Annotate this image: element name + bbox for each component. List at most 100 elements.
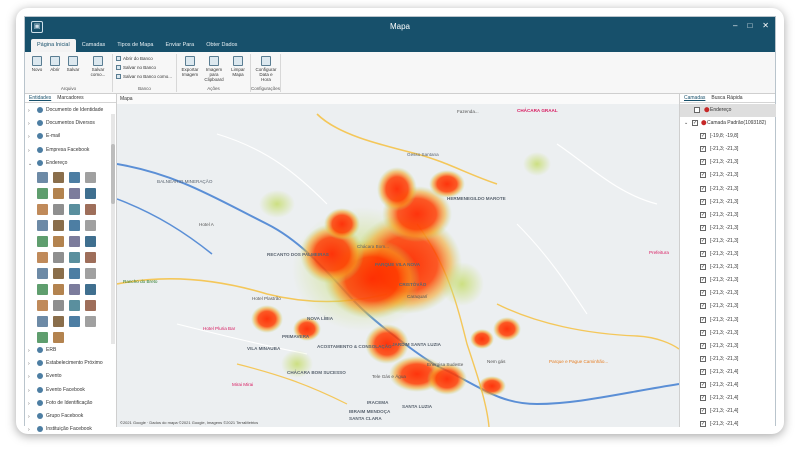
layer-item-checkbox[interactable]: ✓ [700,355,706,362]
address-type-icon[interactable] [69,236,80,247]
address-type-icon[interactable] [37,252,48,263]
layer-item[interactable]: ✓ [-19,8; -19,8] [680,130,776,143]
tree-item[interactable]: › Empresa Facebook [25,144,117,157]
address-type-icon[interactable] [37,332,48,343]
address-type-icon[interactable] [37,268,48,279]
address-type-icon[interactable] [37,172,48,183]
address-type-icon[interactable] [85,300,96,311]
layer-item-checkbox[interactable]: ✓ [700,277,706,284]
layer-item-checkbox[interactable]: ✓ [700,290,706,297]
layer-item[interactable]: ✓ [-21,3; -21,3] [680,314,776,327]
tab-obter-dados[interactable]: Obter Dados [200,39,243,52]
address-type-icon[interactable] [37,236,48,247]
layer-item-checkbox[interactable]: ✓ [700,159,706,166]
address-type-icon[interactable] [69,188,80,199]
layer-root[interactable]: ⬤ Endereço [680,104,776,118]
address-type-icon[interactable] [53,332,64,343]
layer-item[interactable]: ✓ [-21,3; -21,4] [680,379,776,392]
layer-item[interactable]: ✓ [-21,3; -21,3] [680,327,776,340]
tree-item[interactable]: › ERB [25,344,117,357]
address-type-icon[interactable] [69,268,80,279]
tree-item[interactable]: › Evento Facebook [25,384,117,397]
layer-item-checkbox[interactable]: ✓ [700,211,706,218]
layer-item[interactable]: ✓ [-21,3; -21,3] [680,235,776,248]
layer-item-checkbox[interactable]: ✓ [700,316,706,323]
address-type-icon[interactable] [53,284,64,295]
address-type-icon[interactable] [37,220,48,231]
layer-item[interactable]: ✓ [-21,3; -21,3] [680,274,776,287]
layer-item[interactable]: ✓ [-21,3; -21,3] [680,248,776,261]
layer-item[interactable]: ✓ [-21,3; -21,3] [680,169,776,182]
address-type-icon[interactable] [69,252,80,263]
layer-item[interactable]: ✓ [-21,3; -21,3] [680,287,776,300]
address-type-icon[interactable] [53,220,64,231]
scroll-thumb[interactable] [111,144,115,204]
address-type-icon[interactable] [85,268,96,279]
limpar-mapa-button[interactable]: Limpar Mapa [228,56,248,77]
address-type-icon[interactable] [85,204,96,215]
layer-item[interactable]: ✓ [-21,3; -21,3] [680,209,776,222]
layer-default[interactable]: ⌄ ✓ ⬤ Camada Padrão(1093182) [680,117,776,130]
address-type-icon[interactable] [37,284,48,295]
layer-item-checkbox[interactable]: ✓ [700,303,706,310]
layer-item[interactable]: ✓ [-21,3; -21,3] [680,196,776,209]
address-type-icon[interactable] [53,316,64,327]
address-type-icon[interactable] [69,316,80,327]
layer-item-checkbox[interactable]: ✓ [700,421,706,428]
address-type-icon[interactable] [53,300,64,311]
layer-item-checkbox[interactable]: ✓ [700,198,706,205]
tree-item[interactable]: › Instituição Facebook [25,423,117,434]
address-type-icon[interactable] [69,172,80,183]
address-type-icon[interactable] [53,268,64,279]
tree-item[interactable]: › Documentos Diversos [25,117,117,130]
tree-item-endereco[interactable]: ⌄ Endereço [25,157,117,170]
address-type-icon[interactable] [85,220,96,231]
address-type-icon[interactable] [69,220,80,231]
exportar-imagem-button[interactable]: Exportar Imagem [179,56,201,77]
address-type-icon[interactable] [53,188,64,199]
address-type-icon[interactable] [85,252,96,263]
close-button[interactable]: ✕ [762,21,769,30]
configurar-data-hora-button[interactable]: Configurar Data e Hora [254,56,278,82]
address-type-icon[interactable] [85,236,96,247]
tab-pagina-inicial[interactable]: Página Inicial [31,39,76,52]
layer-item-checkbox[interactable]: ✓ [700,264,706,271]
minimize-button[interactable]: – [733,21,737,30]
abrir-button[interactable]: Abrir [45,56,65,72]
tree-item[interactable]: › Foto de Identificação [25,397,117,410]
salvar-no-banco-button[interactable]: Salvar no Banco [116,65,156,71]
layer-item[interactable]: ✓ [-21,3; -21,3] [680,222,776,235]
address-type-icon[interactable] [69,300,80,311]
layer-item[interactable]: ✓ [-21,3; -21,3] [680,261,776,274]
layer-item[interactable]: ✓ [-21,3; -21,4] [680,392,776,405]
layer-item[interactable]: ✓ [-21,3; -21,3] [680,143,776,156]
tree-item[interactable]: › Documento de Identidade [25,104,117,117]
tab-camadas[interactable]: Camadas [76,39,112,52]
layer-item[interactable]: ✓ [-21,3; -21,3] [680,340,776,353]
layer-item-checkbox[interactable]: ✓ [700,224,706,231]
layer-item[interactable]: ✓ [-21,3; -21,3] [680,300,776,313]
layer-item[interactable]: ✓ [-21,3; -21,3] [680,183,776,196]
layer-item-checkbox[interactable]: ✓ [700,133,706,140]
address-type-icon[interactable] [85,188,96,199]
tab-marcadores[interactable]: Marcadores [57,94,83,102]
layer-item-checkbox[interactable]: ✓ [700,329,706,336]
novo-button[interactable]: Novo [27,56,47,72]
tab-camadas-panel[interactable]: Camadas [684,94,705,102]
tree-item[interactable]: › Evento [25,370,117,383]
address-type-icon[interactable] [85,316,96,327]
salvar-no-banco-como-button[interactable]: Salvar no Banco como... [116,74,172,80]
layer-item-checkbox[interactable]: ✓ [700,146,706,153]
tree-item[interactable]: › Estabelecimento Próximo [25,357,117,370]
address-type-icon[interactable] [53,252,64,263]
tab-enviar-para[interactable]: Enviar Para [159,39,200,52]
address-type-icon[interactable] [69,204,80,215]
address-type-icon[interactable] [37,300,48,311]
address-type-icon[interactable] [37,204,48,215]
layer-item[interactable]: ✓ [-21,3; -21,3] [680,156,776,169]
address-type-icon[interactable] [69,284,80,295]
layer-item-checkbox[interactable]: ✓ [700,251,706,258]
layer-item[interactable]: ✓ [-21,3; -21,4] [680,405,776,418]
layer-item-checkbox[interactable]: ✓ [700,395,706,402]
tab-entidades[interactable]: Entidades [29,94,51,102]
